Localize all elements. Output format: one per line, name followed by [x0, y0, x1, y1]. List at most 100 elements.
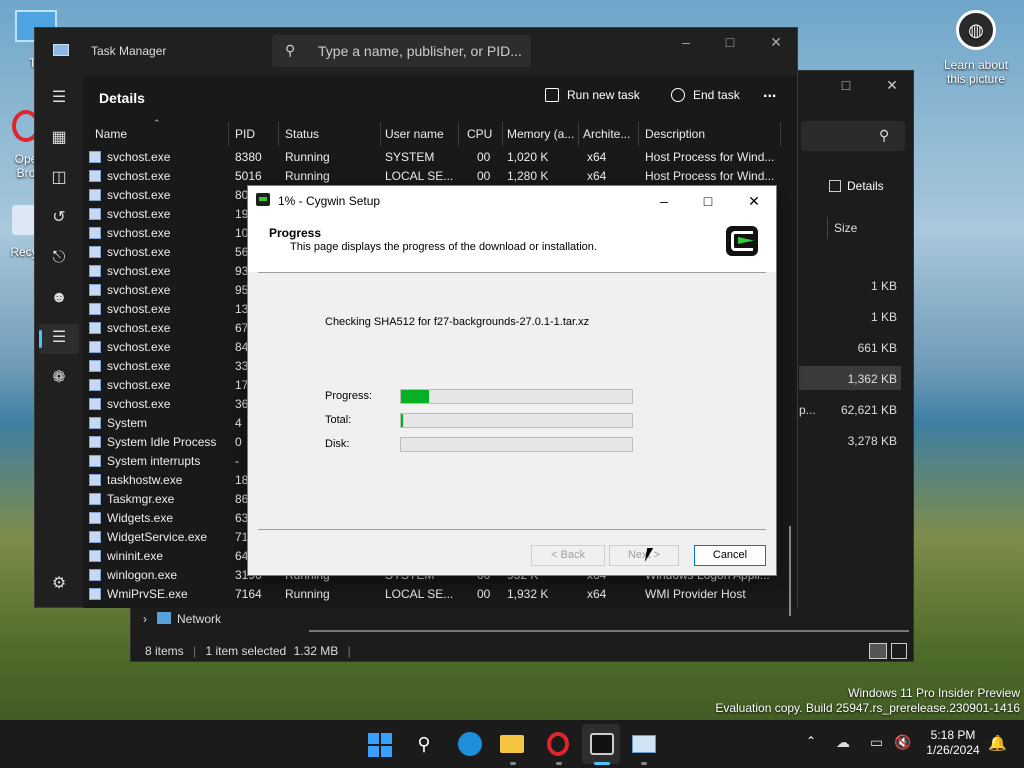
column-description[interactable]: Description	[641, 122, 781, 146]
network-status-icon[interactable]: ☁	[836, 734, 850, 751]
vertical-scrollbar[interactable]	[789, 526, 791, 616]
details-view-toggle[interactable]	[869, 643, 887, 659]
cygwin-logo-icon	[726, 226, 758, 256]
cell-user-name: LOCAL SE...	[385, 587, 454, 601]
dialog-titlebar[interactable]: 1% - Cygwin Setup – □ ✕	[248, 186, 776, 214]
running-indicator	[510, 762, 516, 765]
size-cell: 661 KB	[857, 341, 897, 355]
process-icon	[89, 512, 101, 524]
column-size-label: Size	[834, 221, 858, 235]
column-cpu[interactable]: CPU	[463, 122, 503, 146]
run-task-icon	[545, 88, 559, 102]
process-icon	[89, 398, 101, 410]
hamburger-menu-icon[interactable]: ☰	[49, 88, 69, 108]
table-row[interactable]: WmiPrvSE.exe 7164 Running LOCAL SE... 00 1,93…	[83, 585, 797, 604]
taskmanager-app-icon	[53, 44, 69, 56]
watermark-line1: Windows 11 Pro Insider Preview	[848, 686, 1020, 700]
maximize-button[interactable]: □	[831, 77, 861, 97]
search-input[interactable]: Type a name, publisher, or PID...	[272, 35, 531, 67]
footer-divider	[258, 529, 766, 530]
file-explorer-icon[interactable]	[498, 730, 526, 758]
windows-start-icon[interactable]	[366, 730, 394, 758]
progress-bar	[400, 389, 633, 404]
cell-user-name: SYSTEM	[385, 150, 435, 164]
table-row[interactable]: svchost.exe 8380 Running SYSTEM 00 1,020 K x64…	[83, 148, 797, 167]
details-pane-button[interactable]: Details	[829, 179, 884, 193]
maximize-button[interactable]: □	[715, 34, 745, 54]
column-pid[interactable]: PID	[231, 122, 279, 146]
process-icon	[89, 531, 101, 543]
cell-name: svchost.exe	[107, 302, 171, 316]
close-button[interactable]: ✕	[877, 77, 907, 97]
progress-label: Progress:	[325, 390, 373, 402]
taskbar: ⚲ ⌃ ☁ ▭ 🔇 5:18 PM 1/26/2024 🔔	[0, 720, 1024, 768]
opera-icon[interactable]	[544, 730, 572, 758]
monitor-status-icon[interactable]: ▭	[870, 734, 883, 751]
cygwin-icon[interactable]	[588, 730, 616, 758]
tiles-view-toggle[interactable]	[891, 643, 907, 659]
cell-cpu: 00	[477, 150, 491, 164]
explorer-search-box[interactable]: ⚲	[801, 121, 905, 151]
end-task-icon	[671, 88, 685, 102]
run-new-task-button[interactable]: Run new task	[545, 88, 640, 102]
details-icon[interactable]: ☰	[49, 328, 69, 348]
column-user-name[interactable]: User name	[381, 122, 459, 146]
page-title: Details	[99, 90, 145, 106]
cell-memory: 1,280 K	[507, 169, 549, 183]
performance-icon[interactable]: ◫	[49, 168, 69, 188]
close-button[interactable]: ✕	[761, 34, 791, 54]
back-button[interactable]: < Back	[531, 545, 605, 566]
status-bar: 8 items | 1 item selected 1.32 MB |	[145, 644, 351, 658]
show-hidden-icons-icon[interactable]: ⌃	[806, 734, 816, 748]
cancel-button[interactable]: Cancel	[694, 545, 766, 566]
process-icon	[89, 550, 101, 562]
cell-name: svchost.exe	[107, 264, 171, 278]
process-icon	[89, 151, 101, 163]
nav-item-network[interactable]: › Network	[143, 612, 221, 626]
cell-name: System Idle Process	[107, 435, 217, 449]
cell-name: Taskmgr.exe	[107, 492, 175, 506]
column-size[interactable]: Size	[827, 217, 903, 239]
column-status[interactable]: Status	[281, 122, 381, 146]
horizontal-scrollbar[interactable]	[309, 630, 909, 632]
notification-bell-icon[interactable]: 🔔	[988, 734, 1007, 752]
search-icon: ⚲	[285, 42, 296, 58]
learn-about-picture[interactable]: ◍ Learn about this picture	[938, 10, 1014, 86]
minimize-button[interactable]: –	[644, 190, 684, 212]
cell-memory: 1,932 K	[507, 587, 549, 601]
volume-muted-icon[interactable]: 🔇	[894, 734, 911, 751]
close-button[interactable]: ✕	[734, 190, 774, 212]
size-cell: 3,278 KB	[847, 434, 897, 448]
taskmanager-icon[interactable]	[630, 730, 658, 758]
services-icon[interactable]: ❁	[49, 368, 69, 388]
maximize-button[interactable]: □	[688, 190, 728, 212]
run-new-task-label: Run new task	[567, 88, 640, 102]
users-icon[interactable]: ☻	[49, 288, 69, 308]
clock[interactable]: 5:18 PM 1/26/2024	[920, 728, 986, 758]
more-options-button[interactable]: ...	[763, 84, 776, 102]
cell-architecture: x64	[587, 150, 607, 164]
app-history-icon[interactable]: ↺	[49, 208, 69, 228]
table-row[interactable]: svchost.exe 5016 Running LOCAL SE... 00 1,280…	[83, 167, 797, 186]
total-bar	[400, 413, 633, 428]
processes-icon[interactable]: ▦	[49, 128, 69, 148]
minimize-button[interactable]: –	[671, 34, 701, 54]
cell-name: System interrupts	[107, 454, 201, 468]
column-memory[interactable]: Memory (a...	[503, 122, 579, 146]
cell-name: WidgetService.exe	[107, 530, 208, 544]
edge-icon[interactable]	[456, 730, 484, 758]
cygwin-setup-dialog[interactable]: 1% - Cygwin Setup – □ ✕ Progress This pa…	[247, 185, 777, 576]
status-items: 8 items	[145, 644, 184, 658]
status-size: 1.32 MB	[293, 644, 339, 658]
process-icon	[89, 474, 101, 486]
progress-bar-fill	[401, 390, 429, 403]
size-cell: 1 KB	[870, 279, 897, 293]
column-architecture[interactable]: Archite...	[579, 122, 639, 146]
cell-name: svchost.exe	[107, 321, 171, 335]
next-button[interactable]: Next >	[609, 545, 679, 566]
search-icon[interactable]: ⚲	[410, 730, 438, 758]
cell-pid: 8380	[235, 150, 262, 164]
settings-gear-icon[interactable]: ⚙	[49, 574, 69, 594]
startup-apps-icon[interactable]: ⎋	[49, 248, 69, 268]
end-task-button[interactable]: End task	[671, 88, 740, 102]
